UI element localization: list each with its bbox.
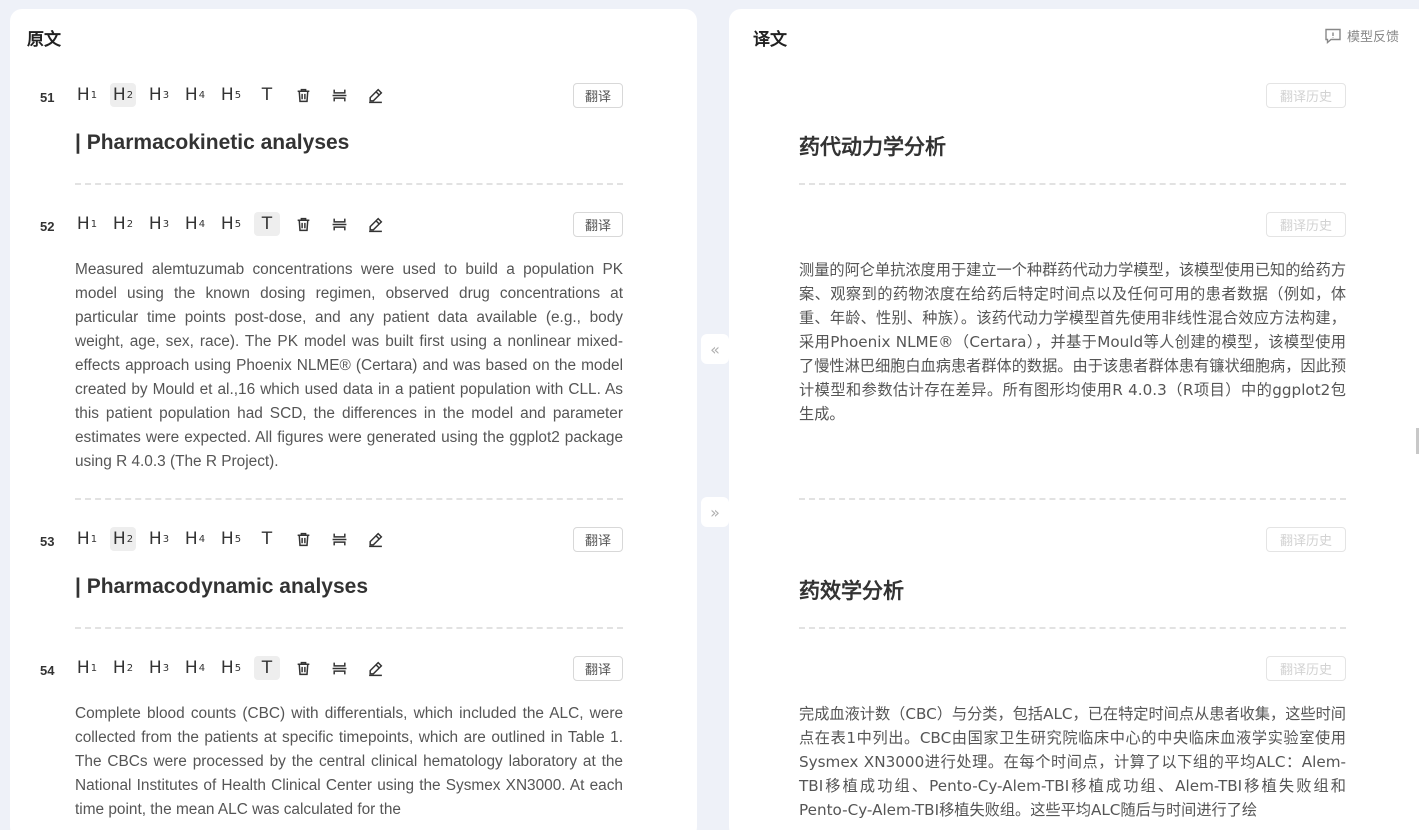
- heading-5-button[interactable]: H5: [218, 212, 244, 236]
- source-paragraph: Complete blood counts (CBC) with differe…: [75, 705, 623, 818]
- translate-button[interactable]: 翻译: [573, 83, 623, 108]
- collapse-right-button[interactable]: »: [701, 497, 729, 527]
- heading-3-button[interactable]: H3: [146, 656, 172, 680]
- edit-icon[interactable]: [362, 83, 388, 107]
- trash-icon[interactable]: [290, 656, 316, 680]
- block-divider: [75, 498, 623, 500]
- section-heading: | Pharmacokinetic analyses: [75, 131, 350, 154]
- heading-1-button[interactable]: H1: [74, 212, 100, 236]
- merge-icon[interactable]: [326, 212, 352, 236]
- text-button[interactable]: T: [254, 83, 280, 107]
- merge-icon[interactable]: [326, 83, 352, 107]
- heading-1-button[interactable]: H1: [74, 527, 100, 551]
- translate-button[interactable]: 翻译: [573, 656, 623, 681]
- heading-2-button[interactable]: H2: [110, 212, 136, 236]
- merge-icon[interactable]: [326, 656, 352, 680]
- text-button[interactable]: T: [254, 212, 280, 236]
- source-paragraph: Measured alemtuzumab concentrations were…: [75, 261, 623, 470]
- block-divider: [799, 498, 1346, 500]
- translated-heading: 药效学分析: [799, 579, 904, 603]
- block-toolbar: H1 H2 H3 H4 H5 T: [74, 656, 398, 680]
- edit-icon[interactable]: [362, 656, 388, 680]
- trash-icon[interactable]: [290, 83, 316, 107]
- heading-2-button[interactable]: H2: [110, 527, 136, 551]
- source-panel-title: 原文: [27, 30, 61, 50]
- block-number: 52: [40, 219, 55, 234]
- block-number: 54: [40, 663, 55, 678]
- collapse-left-button[interactable]: «: [701, 334, 729, 364]
- heading-4-button[interactable]: H4: [182, 83, 208, 107]
- block-number: 51: [40, 90, 55, 105]
- text-button[interactable]: T: [254, 527, 280, 551]
- trash-icon[interactable]: [290, 212, 316, 236]
- translate-button[interactable]: 翻译: [573, 527, 623, 552]
- edit-icon[interactable]: [362, 527, 388, 551]
- translation-history-button[interactable]: 翻译历史: [1266, 656, 1346, 681]
- feedback-icon: [1325, 28, 1341, 44]
- block-divider: [799, 183, 1346, 185]
- heading-5-button[interactable]: H5: [218, 83, 244, 107]
- heading-3-button[interactable]: H3: [146, 83, 172, 107]
- heading-2-button[interactable]: H2: [110, 656, 136, 680]
- edit-icon[interactable]: [362, 212, 388, 236]
- heading-4-button[interactable]: H4: [182, 656, 208, 680]
- heading-3-button[interactable]: H3: [146, 527, 172, 551]
- translation-panel-title: 译文: [753, 30, 787, 50]
- section-heading: | Pharmacodynamic analyses: [75, 575, 369, 598]
- block-divider: [75, 627, 623, 629]
- block-divider: [75, 183, 623, 185]
- heading-4-button[interactable]: H4: [182, 527, 208, 551]
- translation-history-button[interactable]: 翻译历史: [1266, 212, 1346, 237]
- block-toolbar: H1 H2 H3 H4 H5 T: [74, 527, 398, 551]
- block-toolbar: H1 H2 H3 H4 H5 T: [74, 212, 398, 236]
- translated-heading: 药代动力学分析: [799, 135, 946, 159]
- block-number: 53: [40, 534, 55, 549]
- translation-history-button[interactable]: 翻译历史: [1266, 527, 1346, 552]
- heading-5-button[interactable]: H5: [218, 527, 244, 551]
- heading-5-button[interactable]: H5: [218, 656, 244, 680]
- heading-4-button[interactable]: H4: [182, 212, 208, 236]
- heading-1-button[interactable]: H1: [74, 83, 100, 107]
- model-feedback-button[interactable]: 模型反馈: [1324, 26, 1399, 45]
- translated-paragraph: 完成血液计数（CBC）与分类，包括ALC，已在特定时间点从患者收集，这些时间点在…: [799, 705, 1346, 819]
- block-toolbar: H1 H2 H3 H4 H5 T: [74, 83, 398, 107]
- trash-icon[interactable]: [290, 527, 316, 551]
- text-button[interactable]: T: [254, 656, 280, 680]
- translated-paragraph: 测量的阿仑单抗浓度用于建立一个种群药代动力学模型，该模型使用已知的给药方案、观察…: [799, 261, 1346, 423]
- translate-button[interactable]: 翻译: [573, 212, 623, 237]
- heading-3-button[interactable]: H3: [146, 212, 172, 236]
- model-feedback-label: 模型反馈: [1346, 30, 1399, 45]
- translation-history-button[interactable]: 翻译历史: [1266, 83, 1346, 108]
- heading-1-button[interactable]: H1: [74, 656, 100, 680]
- heading-2-button[interactable]: H2: [110, 83, 136, 107]
- source-panel: 原文 51 H1 H2 H3 H4 H5 T 翻译 | Pharmacokine…: [10, 9, 697, 830]
- translation-panel: 译文 模型反馈 翻译历史 药代动力学分析 翻译历史 测量的阿仑单抗浓度用于建立一…: [729, 9, 1419, 830]
- merge-icon[interactable]: [326, 527, 352, 551]
- block-divider: [799, 627, 1346, 629]
